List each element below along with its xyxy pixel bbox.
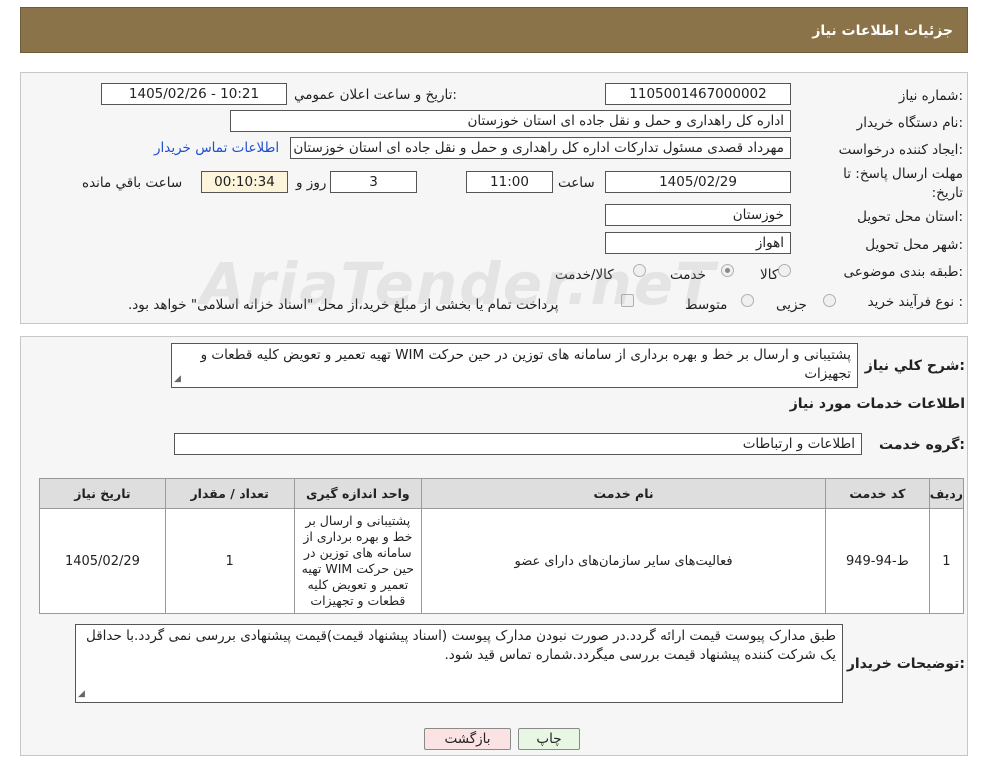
deadline-date-field: 1405/02/29 <box>605 171 791 193</box>
summary-textarea[interactable]: پشتیبانی و ارسال بر خط و بهره برداری از … <box>171 343 858 388</box>
need-number-label: شماره نیاز: <box>898 88 963 104</box>
remaining-time-field: 00:10:34 <box>201 171 288 193</box>
announce-field: 1405/02/26 - 10:21 <box>101 83 287 105</box>
category-goods-radio[interactable] <box>778 264 791 277</box>
process-label: نوع فرآیند خرید : <box>867 294 963 310</box>
days-label: روز و <box>296 175 327 191</box>
back-button[interactable]: بازگشت <box>424 728 511 750</box>
services-table: ردیف کد خدمت نام خدمت واحد اندازه گیری ت… <box>39 478 965 614</box>
col-code: کد خدمت <box>824 478 930 509</box>
creator-label: ایجاد کننده درخواست: <box>838 142 963 158</box>
print-button[interactable]: چاپ <box>518 728 580 750</box>
process-medium-label: متوسط <box>685 297 728 313</box>
service-group-field: اطلاعات و ارتباطات <box>174 433 862 455</box>
col-date: تاریخ نیاز <box>39 478 166 509</box>
category-label: طبقه بندی موضوعی: <box>843 264 963 280</box>
deadline-label: مهلت ارسال پاسخ: تا تاریخ: <box>843 166 963 201</box>
days-field: 3 <box>330 171 417 193</box>
page-header: جزئیات اطلاعات نیاز <box>20 7 968 53</box>
announce-label: تاریخ و ساعت اعلان عمومي: <box>294 87 457 103</box>
process-note-checkbox[interactable] <box>621 294 634 307</box>
buyer-notes-resize-grip[interactable]: ◢ <box>78 689 85 770</box>
province-field: خوزستان <box>605 204 791 226</box>
category-goods-service-label: کالا/خدمت <box>555 267 614 283</box>
cell-code: ط-94-949 <box>824 508 930 614</box>
col-unit: واحد اندازه گیری <box>293 478 423 509</box>
cell-date: 1405/02/29 <box>39 508 166 614</box>
buyer-contact-link[interactable]: اطلاعات تماس خریدار <box>154 140 279 156</box>
process-note: پرداخت تمام یا بخشی از مبلغ خرید،از محل … <box>128 297 559 313</box>
process-partial-label: جزیی <box>776 297 807 313</box>
category-service-radio[interactable] <box>721 264 734 277</box>
remaining-label: ساعت باقي مانده <box>82 175 183 191</box>
table-header-row: ردیف کد خدمت نام خدمت واحد اندازه گیری ت… <box>39 478 965 509</box>
cell-row: 1 <box>928 508 965 614</box>
creator-field: مهرداد قصدی مسئول تدارکات اداره کل راهدا… <box>290 137 791 159</box>
buyer-org-label: نام دستگاه خریدار: <box>856 115 963 131</box>
col-qty: تعداد / مقدار <box>164 478 295 509</box>
category-service-label: خدمت <box>670 267 706 283</box>
buyer-notes-textarea[interactable]: طبق مدارک پیوست قیمت ارائه گردد.در صورت … <box>75 624 843 703</box>
province-label: استان محل تحویل: <box>857 209 963 225</box>
table-row: 1 ط-94-949 فعالیت‌های سایر سازمان‌های دا… <box>39 508 965 614</box>
cell-unit: پشتیبانی و ارسال بر خط و بهره برداری از … <box>293 508 423 614</box>
summary-label: شرح کلي نیاز: <box>864 358 965 374</box>
deadline-time-label: ساعت <box>558 175 595 191</box>
process-partial-radio[interactable] <box>823 294 836 307</box>
buyer-notes-label: توضیحات خریدار: <box>846 656 965 672</box>
buyer-org-field: اداره کل راهداری و حمل و نقل جاده ای است… <box>230 110 791 132</box>
service-group-label: گروه خدمت: <box>879 437 965 453</box>
city-label: شهر محل تحویل: <box>865 237 963 253</box>
page-title: جزئیات اطلاعات نیاز <box>812 23 953 39</box>
cell-qty: 1 <box>164 508 295 614</box>
category-goods-label: کالا <box>760 267 779 283</box>
services-table-wrap: ردیف کد خدمت نام خدمت واحد اندازه گیری ت… <box>39 478 965 614</box>
col-name: نام خدمت <box>421 478 826 509</box>
city-field: اهواز <box>605 232 791 254</box>
need-number-field: 1105001467000002 <box>605 83 791 105</box>
col-row: ردیف <box>928 478 965 509</box>
cell-name: فعالیت‌های سایر سازمان‌های دارای عضو <box>421 508 826 614</box>
deadline-time-field: 11:00 <box>466 171 553 193</box>
category-goods-service-radio[interactable] <box>633 264 646 277</box>
services-title: اطلاعات خدمات مورد نیاز <box>789 396 965 412</box>
process-medium-radio[interactable] <box>741 294 754 307</box>
